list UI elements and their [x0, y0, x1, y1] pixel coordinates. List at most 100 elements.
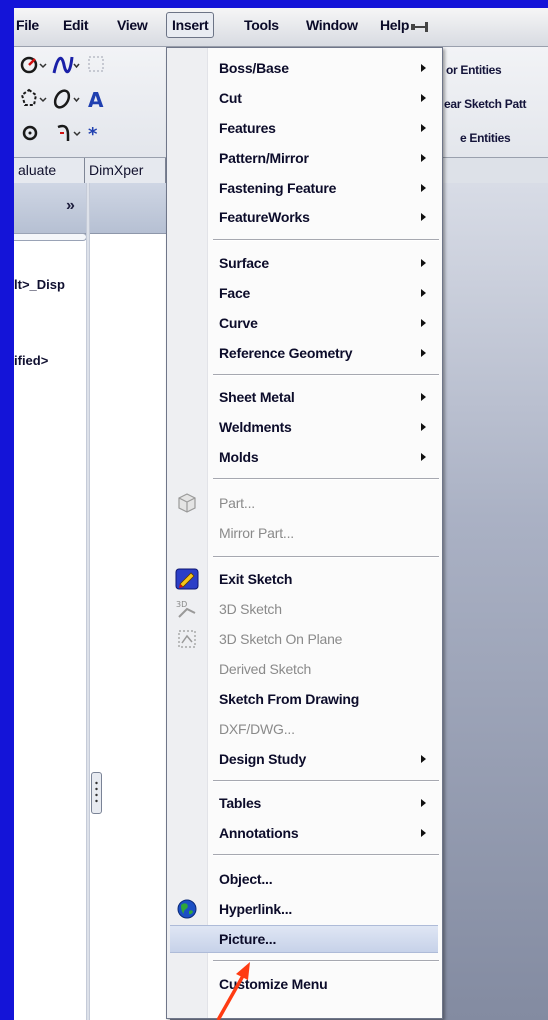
pushpin-icon[interactable]	[409, 21, 431, 33]
toolbar-move-entities-label[interactable]: e Entities	[460, 131, 511, 145]
submenu-arrow-icon	[421, 349, 426, 357]
3d-sketch-on-plane-icon	[178, 630, 196, 648]
menu-item-curve[interactable]: Curve	[167, 309, 442, 337]
menu-item-label: Pattern/Mirror	[219, 150, 309, 166]
menu-item-picture[interactable]: Picture...	[170, 925, 438, 953]
menu-window[interactable]: Window	[306, 17, 358, 33]
svg-text:A: A	[88, 88, 104, 111]
menu-separator	[213, 854, 439, 856]
point-icon[interactable]: *	[84, 121, 112, 145]
menu-item-label: FeatureWorks	[219, 209, 310, 225]
menu-item-label: Annotations	[219, 825, 299, 841]
menu-item-featureworks[interactable]: FeatureWorks	[167, 203, 442, 231]
text-icon[interactable]: A	[86, 87, 114, 111]
menu-tools[interactable]: Tools	[244, 17, 279, 33]
red-pointer-arrow-icon	[216, 962, 250, 1020]
submenu-arrow-icon	[421, 124, 426, 132]
menu-item-label: Mirror Part...	[219, 525, 294, 541]
menu-item-fastening-feature[interactable]: Fastening Feature	[167, 174, 442, 202]
splitter-handle[interactable]	[91, 772, 102, 814]
panel-divider[interactable]	[86, 183, 90, 1020]
menu-item-3d-sketch[interactable]: 3D 3D Sketch	[167, 595, 442, 623]
menu-view[interactable]: View	[117, 17, 148, 33]
menu-item-label: Picture...	[219, 931, 277, 947]
menu-separator	[213, 478, 439, 480]
submenu-arrow-icon	[421, 154, 426, 162]
menu-item-pattern-mirror[interactable]: Pattern/Mirror	[167, 144, 442, 172]
menu-item-mirror-part[interactable]: Mirror Part...	[167, 519, 442, 547]
menu-item-molds[interactable]: Molds	[167, 443, 442, 471]
smart-dimension-icon[interactable]	[20, 53, 48, 77]
polygon-icon[interactable]	[20, 87, 48, 111]
menu-item-hyperlink[interactable]: Hyperlink...	[167, 895, 442, 923]
grip-dots-icon	[95, 781, 98, 803]
tab-evaluate[interactable]: aluate	[14, 158, 85, 183]
menu-item-label: Part...	[219, 495, 255, 511]
menu-item-label: Surface	[219, 255, 269, 271]
menu-item-exit-sketch[interactable]: Exit Sketch	[167, 565, 442, 593]
toolbar-linear-pattern-label[interactable]: ear Sketch Patt	[444, 97, 527, 111]
expand-chevron-icon[interactable]: »	[66, 197, 75, 215]
tree-item-unspecified[interactable]: ified>	[14, 353, 48, 368]
menu-item-dxf-dwg[interactable]: DXF/DWG...	[167, 715, 442, 743]
menu-item-features[interactable]: Features	[167, 114, 442, 142]
tab-dimxpert[interactable]: DimXper	[85, 158, 166, 183]
submenu-arrow-icon	[421, 755, 426, 763]
offset-entities-icon[interactable]	[54, 121, 82, 145]
insert-dropdown-menu: Boss/Base Cut Features Pattern/Mirror Fa…	[166, 47, 443, 1019]
menu-item-label: Features	[219, 120, 276, 136]
menu-item-tables[interactable]: Tables	[167, 789, 442, 817]
filter-box[interactable]	[14, 233, 87, 241]
menu-item-label: 3D Sketch On Plane	[219, 631, 343, 647]
menu-item-reference-geometry[interactable]: Reference Geometry	[167, 339, 442, 367]
panel-header: »	[14, 183, 170, 234]
submenu-arrow-icon	[421, 259, 426, 267]
menu-item-part[interactable]: Part...	[167, 489, 442, 517]
submenu-arrow-icon	[421, 289, 426, 297]
menu-edit[interactable]: Edit	[63, 17, 89, 33]
menu-item-face[interactable]: Face	[167, 279, 442, 307]
menu-item-label: Derived Sketch	[219, 661, 312, 677]
menu-item-design-study[interactable]: Design Study	[167, 745, 442, 773]
submenu-arrow-icon	[421, 184, 426, 192]
menu-item-label: Boss/Base	[219, 60, 289, 76]
submenu-arrow-icon	[421, 64, 426, 72]
menu-item-label: Sketch From Drawing	[219, 691, 360, 707]
menu-help[interactable]: Help	[380, 17, 409, 33]
menu-item-label: Weldments	[219, 419, 292, 435]
menu-file[interactable]: File	[16, 17, 39, 33]
menu-item-sketch-from-drawing[interactable]: Sketch From Drawing	[167, 685, 442, 713]
menu-item-label: Hyperlink...	[219, 901, 293, 917]
menu-bar: File Edit View Insert Tools Window Help	[14, 8, 548, 47]
menu-item-customize-menu[interactable]: Customize Menu	[167, 970, 442, 998]
menu-item-weldments[interactable]: Weldments	[167, 413, 442, 441]
menu-item-label: Exit Sketch	[219, 571, 293, 587]
menu-item-object[interactable]: Object...	[167, 865, 442, 893]
menu-separator	[213, 780, 439, 782]
menu-item-label: DXF/DWG...	[219, 721, 295, 737]
svg-text:*: *	[88, 124, 98, 145]
tree-item-display-state[interactable]: lt>_Disp	[14, 277, 65, 292]
menu-insert[interactable]: Insert	[166, 12, 215, 38]
svg-text:3D: 3D	[176, 600, 187, 609]
menu-item-label: Sheet Metal	[219, 389, 295, 405]
ellipse-icon[interactable]	[52, 87, 80, 111]
menu-item-surface[interactable]: Surface	[167, 249, 442, 277]
submenu-arrow-icon	[421, 213, 426, 221]
submenu-arrow-icon	[421, 319, 426, 327]
menu-item-boss-base[interactable]: Boss/Base	[167, 54, 442, 82]
dotted-rectangle-icon	[88, 56, 104, 72]
menu-item-label: Fastening Feature	[219, 180, 337, 196]
circle-center-icon[interactable]	[20, 121, 48, 145]
toolbar-convert-entities-label[interactable]: or Entities	[446, 63, 502, 77]
menu-item-derived-sketch[interactable]: Derived Sketch	[167, 655, 442, 683]
menu-item-3d-sketch-on-plane[interactable]: 3D Sketch On Plane	[167, 625, 442, 653]
menu-item-sheet-metal[interactable]: Sheet Metal	[167, 383, 442, 411]
menu-item-cut[interactable]: Cut	[167, 84, 442, 112]
menu-item-label: Molds	[219, 449, 259, 465]
menu-item-annotations[interactable]: Annotations	[167, 819, 442, 847]
menu-item-label: Cut	[219, 90, 242, 106]
submenu-arrow-icon	[421, 453, 426, 461]
feature-manager-panel: » lt>_Disp ified>	[14, 183, 170, 1020]
spline-icon[interactable]	[52, 53, 80, 77]
